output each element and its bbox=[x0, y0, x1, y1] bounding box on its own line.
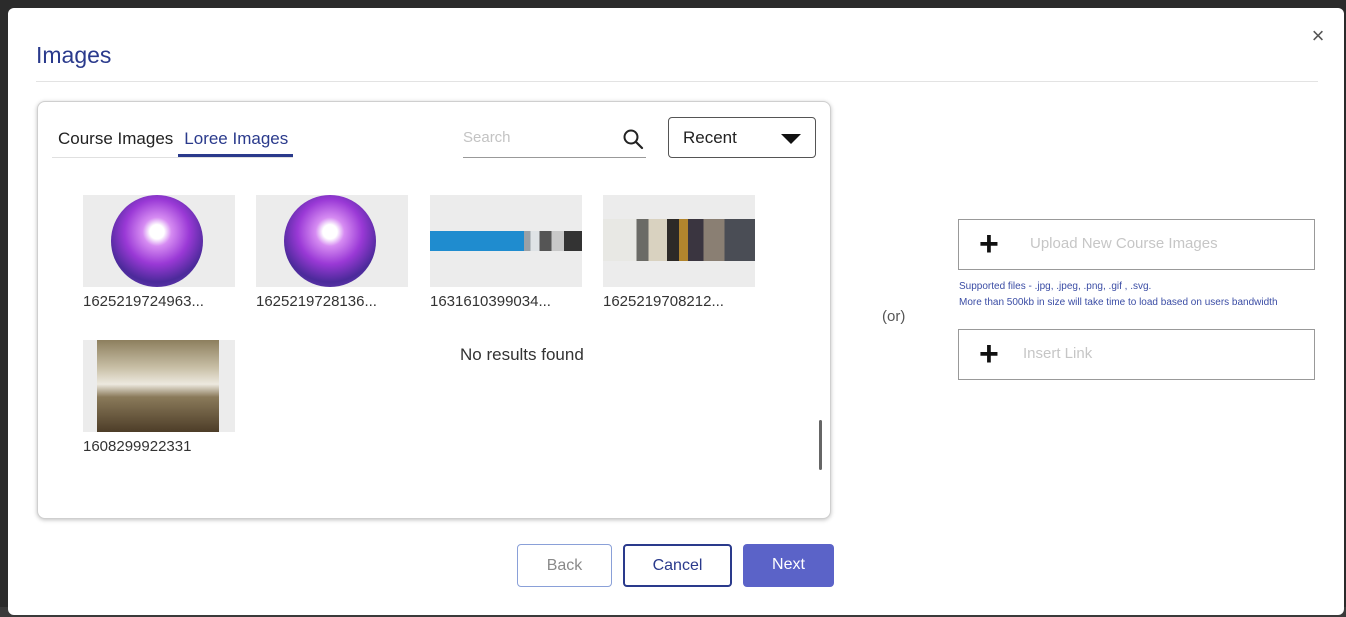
image-name: 1625219728136... bbox=[256, 293, 377, 310]
upload-course-images-button[interactable]: + Upload New Course Images bbox=[958, 219, 1315, 270]
image-tile[interactable]: 1631610399034... bbox=[430, 195, 582, 310]
image-name: 1608299922331 bbox=[83, 438, 192, 455]
cancel-button[interactable]: Cancel bbox=[623, 544, 732, 587]
insert-link-button[interactable]: + Insert Link bbox=[958, 329, 1315, 380]
plus-icon: + bbox=[979, 335, 999, 373]
sort-selected-value: Recent bbox=[683, 128, 737, 147]
image-name: 1631610399034... bbox=[430, 293, 551, 310]
images-dialog: Images × Course Images Loree Images Rece… bbox=[8, 8, 1344, 615]
image-thumbnail bbox=[256, 195, 408, 287]
image-thumbnail bbox=[430, 195, 582, 287]
search-icon[interactable] bbox=[622, 128, 644, 155]
image-browser-panel: Course Images Loree Images Recent 162521… bbox=[37, 101, 831, 519]
back-button[interactable]: Back bbox=[517, 544, 612, 587]
image-thumbnail bbox=[83, 195, 235, 287]
scrollbar[interactable] bbox=[819, 420, 822, 470]
image-tile[interactable]: 1625219724963... bbox=[83, 195, 235, 310]
sort-dropdown[interactable]: Recent bbox=[668, 117, 816, 158]
image-name: 1625219708212... bbox=[603, 293, 724, 310]
tab-loree-images[interactable]: Loree Images bbox=[178, 127, 294, 157]
image-tile[interactable]: 1608299922331 bbox=[83, 340, 235, 455]
image-thumbnail bbox=[603, 195, 755, 287]
upload-label: Upload New Course Images bbox=[1030, 235, 1218, 252]
size-warning-note: More than 500kb in size will take time t… bbox=[959, 297, 1278, 308]
image-tile[interactable]: 1625219728136... bbox=[256, 195, 408, 310]
dialog-title: Images bbox=[36, 42, 112, 68]
image-name: 1625219724963... bbox=[83, 293, 204, 310]
search-input[interactable] bbox=[463, 124, 613, 150]
or-separator: (or) bbox=[882, 308, 906, 325]
insert-link-label: Insert Link bbox=[1023, 345, 1093, 362]
image-source-tabs: Course Images Loree Images bbox=[52, 127, 294, 158]
next-button[interactable]: Next bbox=[743, 544, 834, 587]
no-results-message: No results found bbox=[460, 345, 584, 364]
chevron-down-icon bbox=[781, 134, 801, 144]
tab-course-images[interactable]: Course Images bbox=[52, 127, 178, 157]
plus-icon: + bbox=[979, 225, 999, 263]
search-box bbox=[463, 124, 646, 158]
title-divider bbox=[36, 81, 1318, 82]
supported-files-note: Supported files - .jpg, .jpeg, .png, .gi… bbox=[959, 281, 1152, 292]
image-thumbnail bbox=[83, 340, 235, 432]
image-tile[interactable]: 1625219708212... bbox=[603, 195, 755, 310]
close-icon[interactable]: × bbox=[1306, 24, 1330, 48]
